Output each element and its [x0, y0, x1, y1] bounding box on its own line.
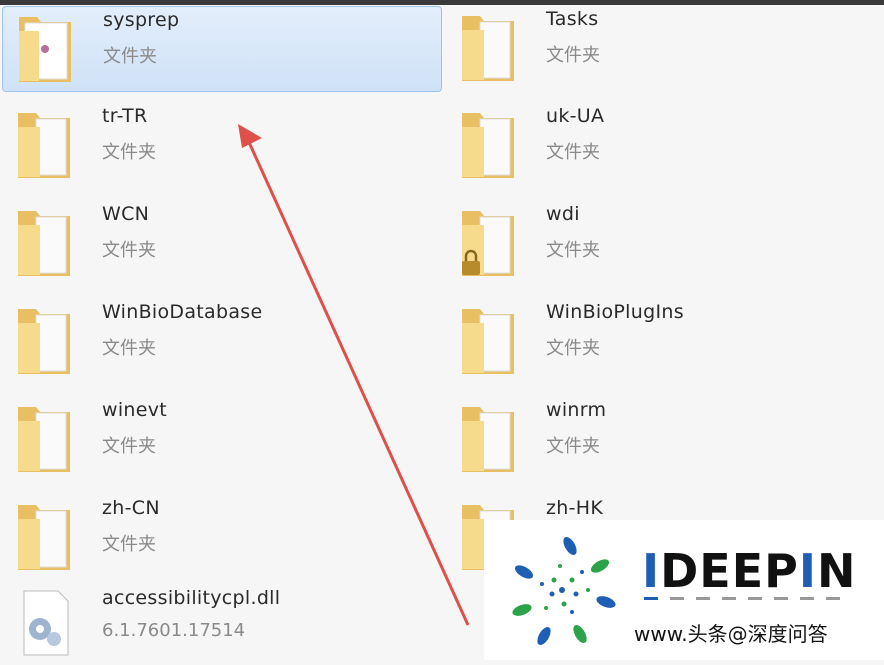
- file-name: wdi: [546, 203, 580, 225]
- file-item-winrm[interactable]: winrm 文件夹: [446, 397, 884, 483]
- file-item-tasks[interactable]: Tasks 文件夹: [446, 6, 884, 92]
- file-type: 文件夹: [546, 436, 600, 457]
- file-item-zh-cn[interactable]: zh-CN 文件夹: [2, 495, 442, 581]
- file-item-wcn[interactable]: WCN 文件夹: [2, 201, 442, 287]
- file-name: accessibilitycpl.dll: [102, 587, 281, 609]
- file-type: 文件夹: [103, 46, 157, 67]
- file-type: 文件夹: [546, 240, 600, 261]
- file-type: 文件夹: [546, 45, 600, 66]
- file-type: 文件夹: [102, 240, 156, 261]
- file-item-wdi[interactable]: wdi 文件夹: [446, 201, 884, 287]
- folder-with-document-icon: [15, 9, 77, 87]
- folder-icon: [14, 301, 76, 379]
- watermark-text: www.头条@深度问答: [634, 622, 828, 646]
- ideepin-logo-panel: IDEEPIN www.头条@深度问答: [484, 520, 884, 660]
- file-name: WCN: [102, 203, 150, 225]
- file-item-winevt[interactable]: winevt 文件夹: [2, 397, 442, 483]
- file-item-winbioplugins[interactable]: WinBioPlugIns 文件夹: [446, 299, 884, 385]
- file-name: sysprep: [103, 9, 180, 31]
- dll-file-icon: [14, 587, 76, 665]
- file-item-tr-tr[interactable]: tr-TR 文件夹: [2, 103, 442, 189]
- file-name: WinBioDatabase: [102, 301, 263, 323]
- file-type: 文件夹: [102, 534, 156, 555]
- logo-wordmark: IDEEPIN: [642, 544, 857, 598]
- file-type: 文件夹: [102, 142, 156, 163]
- file-name: zh-CN: [102, 497, 160, 519]
- folder-icon: [14, 399, 76, 477]
- file-version: 6.1.7601.17514: [102, 620, 246, 641]
- file-item-uk-ua[interactable]: uk-UA 文件夹: [446, 103, 884, 189]
- folder-icon: [14, 105, 76, 183]
- folder-icon: [458, 8, 520, 86]
- logo-underline-dots: [644, 597, 840, 600]
- file-name: uk-UA: [546, 105, 605, 127]
- file-name: winrm: [546, 399, 607, 421]
- spiral-logo-icon: [512, 536, 616, 646]
- folder-icon: [458, 105, 520, 183]
- file-type: 文件夹: [102, 436, 156, 457]
- locked-folder-icon: [458, 203, 520, 281]
- file-name: zh-HK: [546, 497, 604, 519]
- folder-icon: [458, 301, 520, 379]
- file-item-accessibilitycpl[interactable]: accessibilitycpl.dll 6.1.7601.17514: [2, 585, 442, 660]
- file-type: 文件夹: [102, 338, 156, 359]
- folder-icon: [458, 399, 520, 477]
- file-name: tr-TR: [102, 105, 148, 127]
- folder-icon: [14, 203, 76, 281]
- file-type: 文件夹: [546, 338, 600, 359]
- file-item-winbiodatabase[interactable]: WinBioDatabase 文件夹: [2, 299, 442, 385]
- folder-icon: [14, 497, 76, 575]
- file-name: Tasks: [546, 8, 599, 30]
- file-name: winevt: [102, 399, 168, 421]
- file-type: 文件夹: [546, 142, 600, 163]
- file-name: WinBioPlugIns: [546, 301, 684, 323]
- file-item-sysprep[interactable]: sysprep 文件夹: [2, 6, 442, 92]
